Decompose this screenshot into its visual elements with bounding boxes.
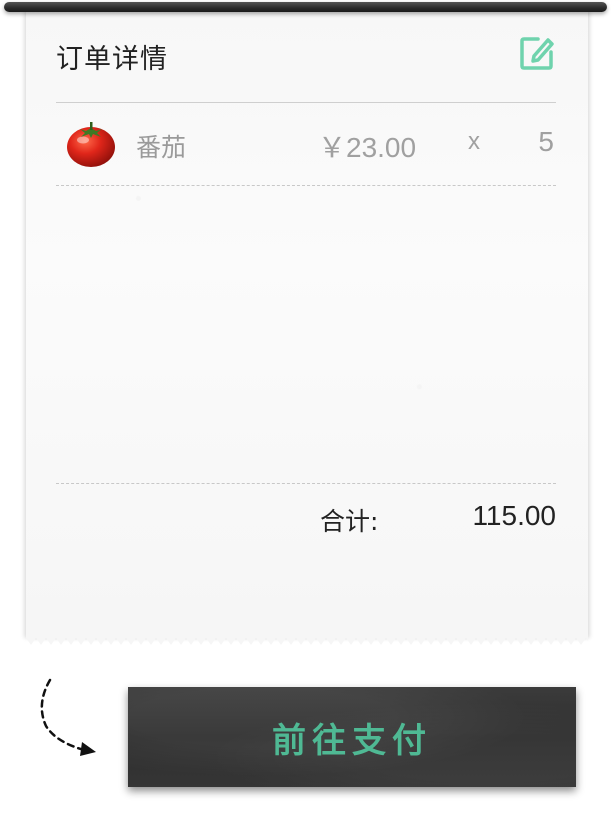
edit-icon[interactable]	[518, 34, 556, 72]
item-divider	[56, 185, 556, 186]
total-divider	[56, 483, 556, 484]
header-divider	[56, 102, 556, 103]
header: 订单详情	[56, 34, 556, 84]
total-label: 合计:	[320, 507, 379, 536]
order-page: 订单详情 番茄 ￥23.00 x 5 合计: 115.00 前往支付	[0, 0, 611, 815]
tomato-icon	[67, 122, 115, 167]
list-item[interactable]: 番茄 ￥23.00 x 5	[56, 112, 556, 176]
dashed-curved-arrow-icon	[40, 678, 96, 756]
page-title: 订单详情	[56, 44, 168, 75]
total-value: 115.00	[472, 500, 556, 531]
pay-button-label: 前往支付	[272, 720, 432, 761]
item-name: 番茄	[136, 133, 187, 162]
item-price: ￥23.00	[318, 132, 417, 163]
receipt-slot-bar	[4, 2, 607, 12]
pay-button[interactable]: 前往支付	[128, 687, 576, 787]
receipt-torn-edge	[26, 638, 588, 646]
receipt-paper: 订单详情 番茄 ￥23.00 x 5 合计: 115.00	[26, 10, 588, 646]
item-quantity: 5	[538, 126, 554, 157]
multiply-sign: x	[468, 128, 480, 155]
